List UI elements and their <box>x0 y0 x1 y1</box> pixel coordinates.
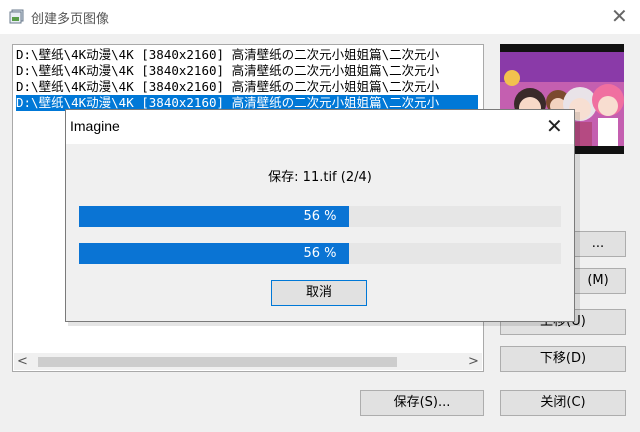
progress-label: 56 % <box>303 246 337 261</box>
progress-bar-file: 56 % <box>79 206 561 227</box>
save-status-text: 保存: 11.tif (2/4) <box>268 170 372 185</box>
cancel-button[interactable]: 取消 <box>271 280 367 306</box>
progress-dialog: Imagine ✕ 保存: 11.tif (2/4) 56 % 56 % 取消 <box>65 109 575 322</box>
scroll-left-icon[interactable]: < <box>14 353 31 370</box>
list-item[interactable]: D:\壁纸\4K动漫\4K [3840x2160] 高清壁纸の二次元小姐姐篇\二… <box>16 79 478 95</box>
scroll-thumb[interactable] <box>38 357 397 367</box>
window-close-button[interactable]: ✕ <box>598 1 638 33</box>
app-icon <box>9 9 24 24</box>
dialog-title-bar: Imagine ✕ <box>66 110 574 144</box>
horizontal-scrollbar[interactable]: < > <box>14 353 482 370</box>
save-button[interactable]: 保存(S)... <box>360 390 484 416</box>
close-icon: ✕ <box>546 114 563 138</box>
scroll-right-icon[interactable]: > <box>465 353 482 370</box>
list-item[interactable]: D:\壁纸\4K动漫\4K [3840x2160] 高清壁纸の二次元小姐姐篇\二… <box>16 63 478 79</box>
title-bar: 创建多页图像 ✕ <box>0 0 640 34</box>
window-title: 创建多页图像 <box>31 12 110 27</box>
close-button[interactable]: 关闭(C) <box>500 390 626 416</box>
list-item[interactable]: D:\壁纸\4K动漫\4K [3840x2160] 高清壁纸の二次元小姐姐篇\二… <box>16 47 478 63</box>
move-down-button[interactable]: 下移(D) <box>500 346 626 372</box>
dialog-close-button[interactable]: ✕ <box>536 113 570 141</box>
dialog-title: Imagine <box>70 118 120 134</box>
progress-label: 56 % <box>303 209 337 224</box>
progress-bar-total: 56 % <box>79 243 561 264</box>
close-icon: ✕ <box>611 4 628 28</box>
